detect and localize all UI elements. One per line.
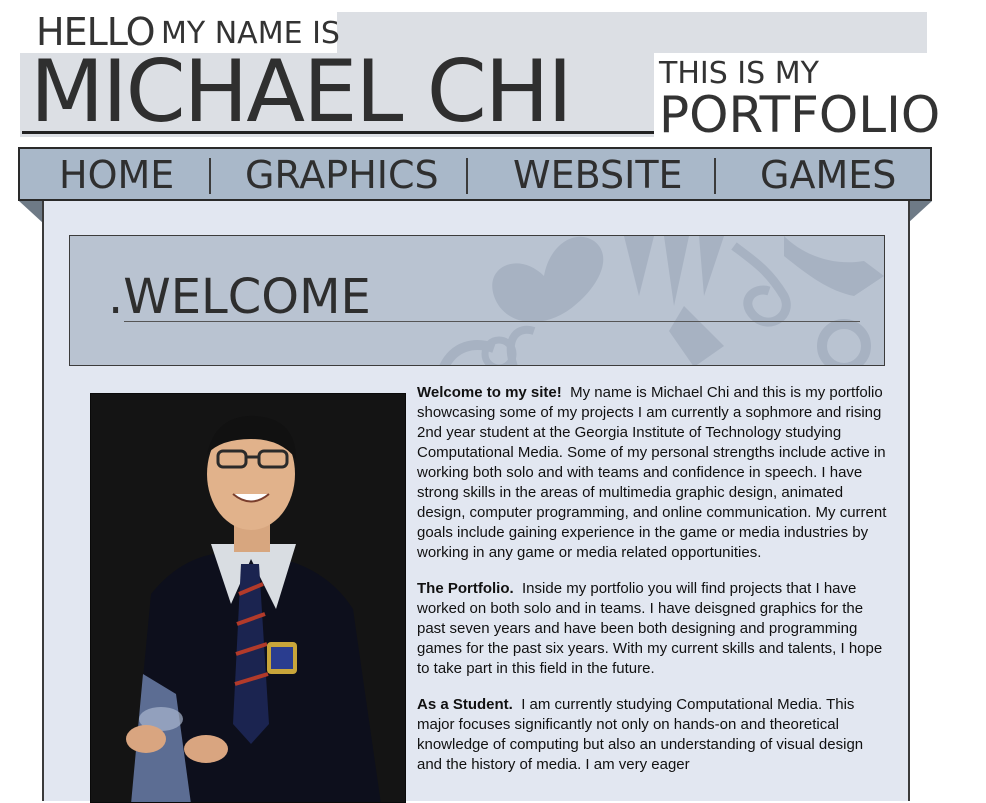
- paragraph-body: My name is Michael Chi and this is my po…: [417, 384, 887, 561]
- welcome-title: .WELCOME: [108, 269, 371, 325]
- floral-ornament-icon: [439, 236, 884, 365]
- paragraph-lead: The Portfolio.: [417, 580, 514, 597]
- nav-graphics[interactable]: GRAPHICS: [245, 152, 439, 198]
- nav-divider: [466, 158, 468, 194]
- nav-games[interactable]: GAMES: [760, 152, 896, 198]
- nav-divider: [714, 158, 716, 194]
- header-portfolio: PORTFOLIO: [659, 86, 941, 144]
- paragraph-lead: Welcome to my site!: [417, 384, 562, 401]
- welcome-underline: [124, 321, 860, 322]
- paragraph-portfolio: The Portfolio. Inside my portfolio you w…: [417, 579, 887, 679]
- paragraph-welcome: Welcome to my site! My name is Michael C…: [417, 383, 887, 563]
- main-nav: HOME GRAPHICS WEBSITE GAMES: [18, 147, 932, 201]
- paragraph-lead: As a Student.: [417, 696, 513, 713]
- name-underline: [22, 131, 654, 134]
- nav-fold-right: [908, 201, 932, 223]
- nav-fold-left: [19, 201, 43, 223]
- nav-home[interactable]: HOME: [59, 152, 174, 198]
- nav-divider: [209, 158, 211, 194]
- paragraph-student: As a Student. I am currently studying Co…: [417, 695, 887, 775]
- nav-website[interactable]: WEBSITE: [513, 152, 683, 198]
- intro-text: Welcome to my site! My name is Michael C…: [417, 383, 887, 791]
- site-owner-name: MICHAEL CHI: [30, 42, 573, 142]
- profile-photo: [90, 393, 406, 803]
- profile-photo-illustration: [91, 394, 405, 802]
- welcome-banner: .WELCOME: [69, 235, 885, 366]
